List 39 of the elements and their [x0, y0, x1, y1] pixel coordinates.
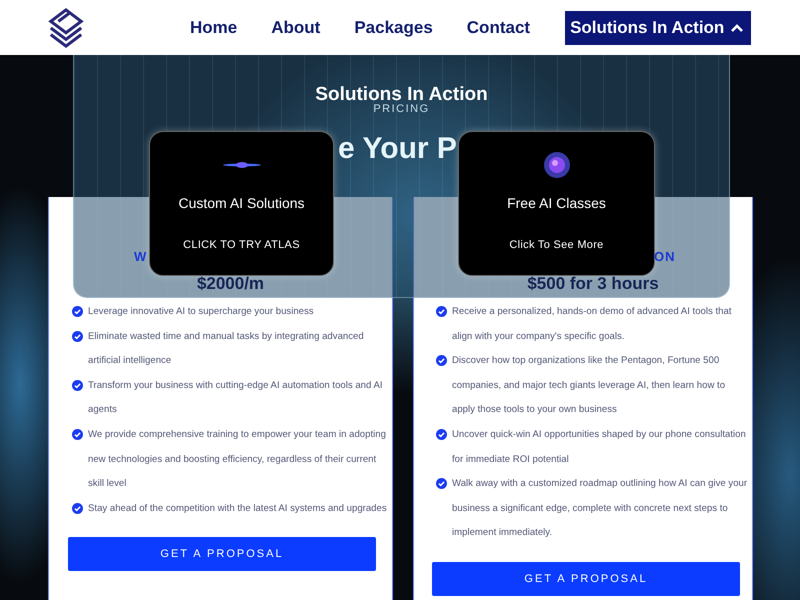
check-circle-icon — [72, 306, 83, 317]
check-circle-icon — [72, 330, 83, 342]
nav-link[interactable]: Solutions In Action — [566, 12, 750, 44]
feature-text: Leverage innovative AI to supercharge your business — [88, 305, 314, 319]
menu-card[interactable]: Custom AI Solutions CLICK TO TRY ATLAS — [149, 131, 334, 276]
check-circle-icon — [436, 355, 447, 366]
menu-card[interactable]: Free AI Classes Click To See More — [458, 131, 655, 276]
dropdown-title: Solutions In Action — [314, 84, 489, 105]
feature-text: Discover how top organizations like the Pentagon, Fortune 500 companies, and major tech giants leverage AI, then learn how to apply those tools to your own business — [452, 354, 726, 418]
nav-link[interactable]: About — [267, 12, 324, 44]
hero-heading: e Your P — [338, 131, 457, 167]
dropdown-subtitle: PRICING — [372, 103, 431, 115]
orb-icon — [542, 151, 570, 179]
plan-price: $500 for 3 hours — [526, 273, 660, 295]
check-circle-icon — [72, 502, 83, 514]
get-proposal-button[interactable]: GET A PROPOSAL — [68, 537, 376, 572]
nav-link[interactable]: Home — [186, 12, 242, 44]
nav-link[interactable]: Packages — [350, 12, 437, 44]
menu-card-link: CLICK TO TRY ATLAS — [183, 239, 300, 251]
nav-link[interactable]: Contact — [462, 12, 534, 44]
feature-text: Walk away with a customized roadmap outlining how AI can give your business a significant edge, complete with concrete next steps to implement immediately. — [452, 477, 748, 540]
logo-icon[interactable] — [47, 8, 85, 48]
feature-text: We provide comprehensive training to empower your team in adopting new technologies and boosting efficiency, regardless of their current skill level — [88, 428, 387, 492]
feature-text: Transform your business with cutting-edge AI automation tools and AI agents — [88, 378, 384, 418]
plan-price: $2000/m — [196, 273, 266, 295]
feature-text: Receive a personalized, hands-on demo of advanced AI tools that align with your company's specific goals. — [452, 305, 732, 344]
menu-card-title: Custom AI Solutions — [178, 195, 305, 211]
check-circle-icon — [436, 478, 447, 490]
feature-text: Eliminate wasted time and manual tasks by integrating advanced artificial intelligence — [88, 330, 365, 368]
plan-subtitle: W — [133, 249, 148, 266]
check-circle-icon — [436, 306, 447, 317]
feature-text: Uncover quick-win AI opportunities shaped by our phone consultation for immediate ROI potential — [452, 428, 747, 467]
menu-card-title: Free AI Classes — [507, 195, 606, 211]
menu-card-link: Click To See More — [509, 239, 604, 251]
get-proposal-button[interactable]: GET A PROPOSAL — [432, 562, 740, 596]
check-circle-icon — [72, 428, 83, 440]
feature-text: Stay ahead of the competition with the latest AI systems and upgrades — [88, 502, 387, 516]
check-circle-icon — [436, 428, 447, 440]
check-circle-icon — [72, 380, 83, 391]
